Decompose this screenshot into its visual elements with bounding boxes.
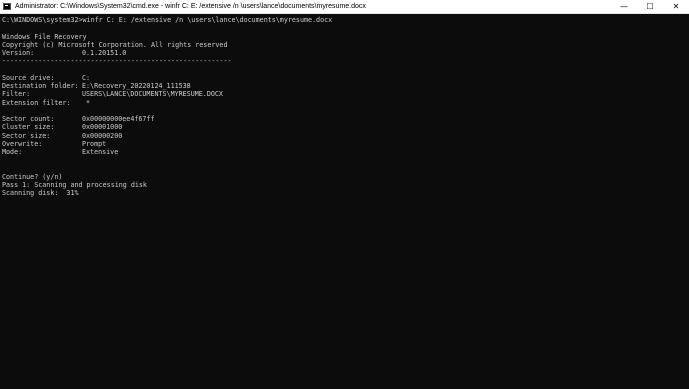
scan-progress-text: Scanning disk: 31% [2,189,79,198]
extension-filter-row: Extension filter: * [2,99,679,107]
cmd-icon [3,3,11,10]
mode-value: Extensive [82,148,119,156]
cluster-size-value: 0x00001000 [82,123,123,132]
console-output[interactable]: C:\WINDOWS\system32>winfr C: E: /extensi… [2,16,679,389]
overwrite-row: Overwrite: Prompt [2,140,679,148]
sector-size-row: Sector size: 0x00000200 [2,132,679,140]
cluster-size-label: Cluster size: [2,123,55,132]
app-name-line: Windows File Recovery [2,32,87,41]
pass-status: Pass 1: Scanning and processing disk [2,181,147,189]
destination-folder-label: Destination folder: [2,82,79,90]
maximize-button[interactable]: ☐ [637,0,663,13]
source-drive-row: Source drive: C: [2,74,679,82]
source-drive-value: C: [82,73,91,82]
source-drive-label: Source drive: [2,73,55,82]
continue-prompt: Continue? (y/n) [2,172,63,181]
filter-label: Filter: [2,90,31,99]
version-value: 0.1.20151.0 [82,49,127,57]
cluster-size-row: Cluster size: 0x00001000 [2,123,679,131]
copyright-line: Copyright (c) Microsoft Corporation. All… [2,40,228,49]
extension-filter-label: Extension filter: [2,98,71,107]
vertical-scrollbar[interactable] [680,14,689,389]
extension-filter-value: * [86,98,91,107]
filter-row: Filter: USERS\LANCE\DOCUMENTS\MYRESUME.D… [2,90,679,98]
overwrite-value: Prompt [82,139,107,148]
version-label: Version: [2,49,35,57]
overwrite-label: Overwrite: [2,139,43,148]
title-bar[interactable]: Administrator: C:\Windows\System32\cmd.e… [0,0,689,14]
sector-size-label: Sector size: [2,131,51,140]
destination-folder-value: E:\Recovery_20220124_111538 [82,82,191,90]
mode-row: Mode: Extensive [2,148,679,156]
separator-line: ----------------------------------------… [2,57,232,66]
window-title: Administrator: C:\Windows\System32\cmd.e… [15,3,366,10]
close-button[interactable]: ✕ [663,0,689,13]
sector-count-value: 0x00000000ee4f67ff [82,115,155,123]
window-controls: — ☐ ✕ [611,0,689,13]
filter-value: USERS\LANCE\DOCUMENTS\MYRESUME.DOCX [82,90,223,99]
command-line: C:\WINDOWS\system32>winfr C: E: /extensi… [2,16,333,24]
mode-label: Mode: [2,148,23,156]
scan-progress: Scanning disk: 31% [2,189,679,197]
sector-size-value: 0x00000200 [82,131,123,140]
minimize-button[interactable]: — [611,0,637,13]
sector-count-label: Sector count: [2,115,55,123]
destination-folder-row: Destination folder: E:\Recovery_20220124… [2,82,679,90]
version-row: Version: 0.1.20151.0 [2,49,679,57]
sector-count-row: Sector count: 0x00000000ee4f67ff [2,115,679,123]
